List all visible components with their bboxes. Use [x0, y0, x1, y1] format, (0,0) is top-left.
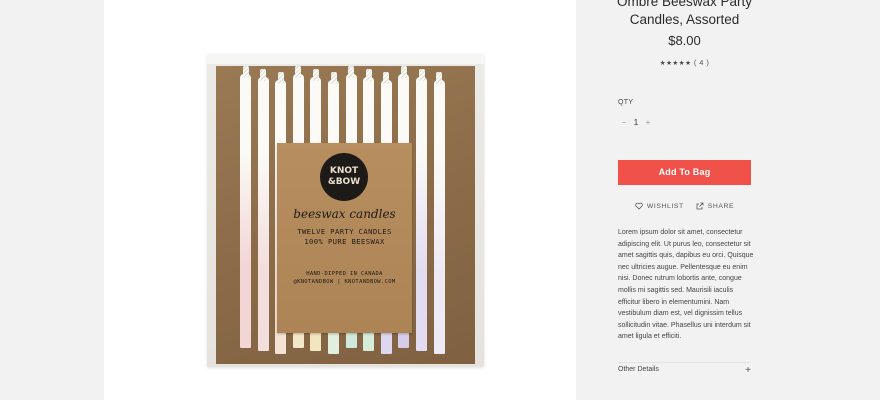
quantity-label: QTY: [618, 99, 634, 106]
wick: [383, 72, 390, 84]
share-icon: [696, 202, 704, 210]
product-image-panel: KNOT &BOW beeswax candles TWELVE PARTY C…: [104, 0, 576, 400]
product-image[interactable]: KNOT &BOW beeswax candles TWELVE PARTY C…: [207, 54, 484, 367]
wick: [436, 72, 443, 84]
heart-icon: [635, 202, 643, 210]
label-script: beeswax candles: [293, 207, 396, 221]
label-line-4: @KNOTANDBOW | KNOTANDBOW.COM: [293, 279, 396, 285]
wishlist-label: WISHLIST: [646, 202, 684, 210]
label-line-3: HAND-DIPPED IN CANADA: [306, 271, 383, 277]
candle: [240, 66, 251, 348]
quantity-stepper: − 1 +: [618, 115, 654, 129]
brand-line-1: KNOT: [329, 166, 359, 176]
brand-seal: KNOT &BOW: [320, 153, 368, 201]
share-link[interactable]: SHARE: [696, 202, 734, 210]
label-line-2: 100% PURE BEESWAX: [304, 237, 385, 246]
increment-button[interactable]: +: [642, 118, 654, 127]
wishlist-link[interactable]: WISHLIST: [635, 202, 684, 210]
product-title: Ombre Beeswax Party Candles, Assorted: [616, 0, 753, 27]
product-description: Lorem ipsum dolor sit amet, consectetur …: [618, 229, 754, 341]
label-line-1: TWELVE PARTY CANDLES: [297, 227, 392, 236]
other-details-label: Other Details: [618, 366, 659, 373]
candle: [257, 69, 269, 351]
share-label: SHARE: [707, 202, 735, 210]
brand-line-2: &BOW: [327, 177, 361, 187]
wick: [277, 72, 284, 84]
product-rating[interactable]: ★★★★★ ( 4 ): [596, 58, 773, 67]
candle: [433, 72, 445, 354]
wick: [312, 69, 319, 81]
rating-stars: ★★★★★: [659, 60, 692, 67]
wick: [348, 66, 355, 78]
add-to-bag-button[interactable]: Add To Bag: [618, 160, 751, 185]
decrement-button[interactable]: −: [618, 118, 630, 127]
product-price: $8.00: [668, 33, 701, 48]
wick: [295, 66, 302, 78]
wick: [365, 69, 372, 81]
product-actions: WISHLIST SHARE: [618, 202, 751, 210]
wick: [260, 69, 267, 81]
other-details-toggle[interactable]: Other Details +: [618, 365, 751, 376]
wick: [418, 69, 425, 81]
quantity-value[interactable]: 1: [630, 118, 642, 127]
wick: [400, 66, 407, 78]
review-count: ( 4 ): [693, 58, 710, 67]
plus-icon: +: [745, 365, 751, 376]
packaging-label: KNOT &BOW beeswax candles TWELVE PARTY C…: [277, 143, 412, 333]
candle: [416, 69, 427, 351]
wick: [330, 72, 337, 84]
wick: [242, 66, 249, 78]
details-divider: [618, 362, 751, 363]
